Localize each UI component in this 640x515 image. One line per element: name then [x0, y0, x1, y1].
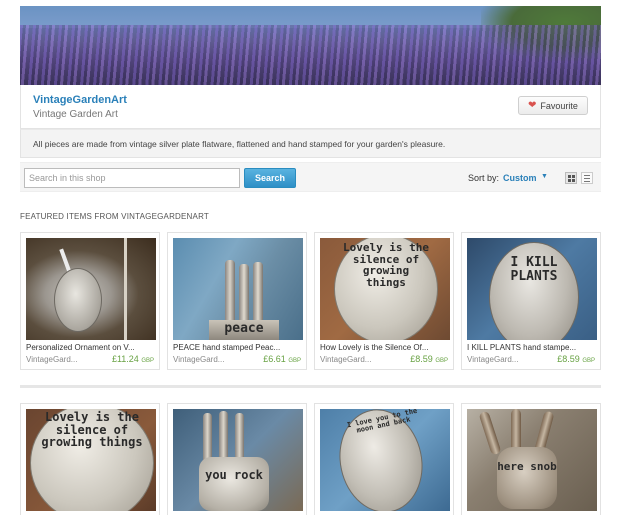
search-bar: Search Sort by: Custom ▼ — [20, 162, 601, 192]
item-image[interactable]: peace — [173, 238, 303, 340]
item-price: £11.24 GBP — [111, 354, 154, 364]
item-card[interactable]: Personalized Ornament on V... VintageGar… — [20, 232, 160, 370]
item-card[interactable]: Lovely is the silence of growing things — [20, 403, 160, 515]
item-engraving: Lovely is the silence of growing things — [41, 410, 143, 450]
item-price: £8.59 GBP — [410, 354, 448, 364]
shop-header: VintageGardenArt Vintage Garden Art ❤ Fa… — [20, 85, 601, 129]
shop-name-link[interactable]: VintageGardenArt — [33, 94, 127, 106]
section-title: FEATURED ITEMS FROM VINTAGEGARDENART — [20, 212, 209, 221]
shop-banner — [20, 6, 601, 85]
item-seller[interactable]: VintageGard... — [467, 355, 537, 364]
item-seller[interactable]: VintageGard... — [173, 355, 243, 364]
item-price: £8.59 GBP — [557, 354, 595, 364]
item-engraving: here snob — [497, 460, 557, 473]
item-card[interactable]: I love you to the moon and back — [314, 403, 454, 515]
item-engraving: peace — [224, 321, 264, 336]
item-image[interactable]: I love you to the moon and back — [320, 409, 450, 511]
shop-subtitle: Vintage Garden Art — [33, 109, 118, 120]
item-card[interactable]: you rock — [167, 403, 307, 515]
item-card[interactable]: here snob — [461, 403, 601, 515]
item-seller[interactable]: VintageGard... — [320, 355, 390, 364]
heart-icon: ❤ — [528, 99, 537, 111]
item-seller[interactable]: VintageGard... — [26, 355, 96, 364]
item-card[interactable]: Lovely is the silence of growing things … — [314, 232, 454, 370]
item-price: £6.61 GBP — [263, 354, 301, 364]
item-image[interactable]: Lovely is the silence of growing things — [320, 238, 450, 340]
item-image[interactable] — [26, 238, 156, 340]
item-title[interactable]: PEACE hand stamped Peac... — [173, 343, 303, 352]
item-engraving: Lovely is the silence of growing things — [342, 241, 430, 289]
item-image[interactable]: here snob — [467, 409, 597, 511]
item-title[interactable]: I KILL PLANTS hand stampe... — [467, 343, 597, 352]
search-input[interactable] — [24, 168, 240, 188]
search-button[interactable]: Search — [244, 168, 296, 188]
banner-lavender-field — [20, 25, 601, 85]
favourite-button[interactable]: ❤ Favourite — [518, 96, 588, 115]
item-card[interactable]: I KILL PLANTS I KILL PLANTS hand stampe.… — [461, 232, 601, 370]
item-image[interactable]: Lovely is the silence of growing things — [26, 409, 156, 511]
shop-announcement: All pieces are made from vintage silver … — [20, 129, 601, 158]
item-engraving: you rock — [205, 468, 263, 482]
item-image[interactable]: you rock — [173, 409, 303, 511]
item-card[interactable]: peace PEACE hand stamped Peac... Vintage… — [167, 232, 307, 370]
item-title[interactable]: Personalized Ornament on V... — [26, 343, 156, 352]
list-view-icon[interactable] — [581, 172, 593, 184]
sort-dropdown[interactable]: Custom — [503, 173, 537, 183]
announcement-text: All pieces are made from vintage silver … — [33, 139, 446, 149]
chevron-down-icon[interactable]: ▼ — [541, 173, 548, 180]
item-title[interactable]: How Lovely is the Silence Of... — [320, 343, 450, 352]
item-image[interactable]: I KILL PLANTS — [467, 238, 597, 340]
grid-view-icon[interactable] — [565, 172, 577, 184]
row-divider — [20, 385, 601, 388]
favourite-label: Favourite — [540, 100, 578, 111]
sort-label: Sort by: — [468, 173, 500, 183]
item-engraving: I KILL PLANTS — [510, 255, 558, 284]
